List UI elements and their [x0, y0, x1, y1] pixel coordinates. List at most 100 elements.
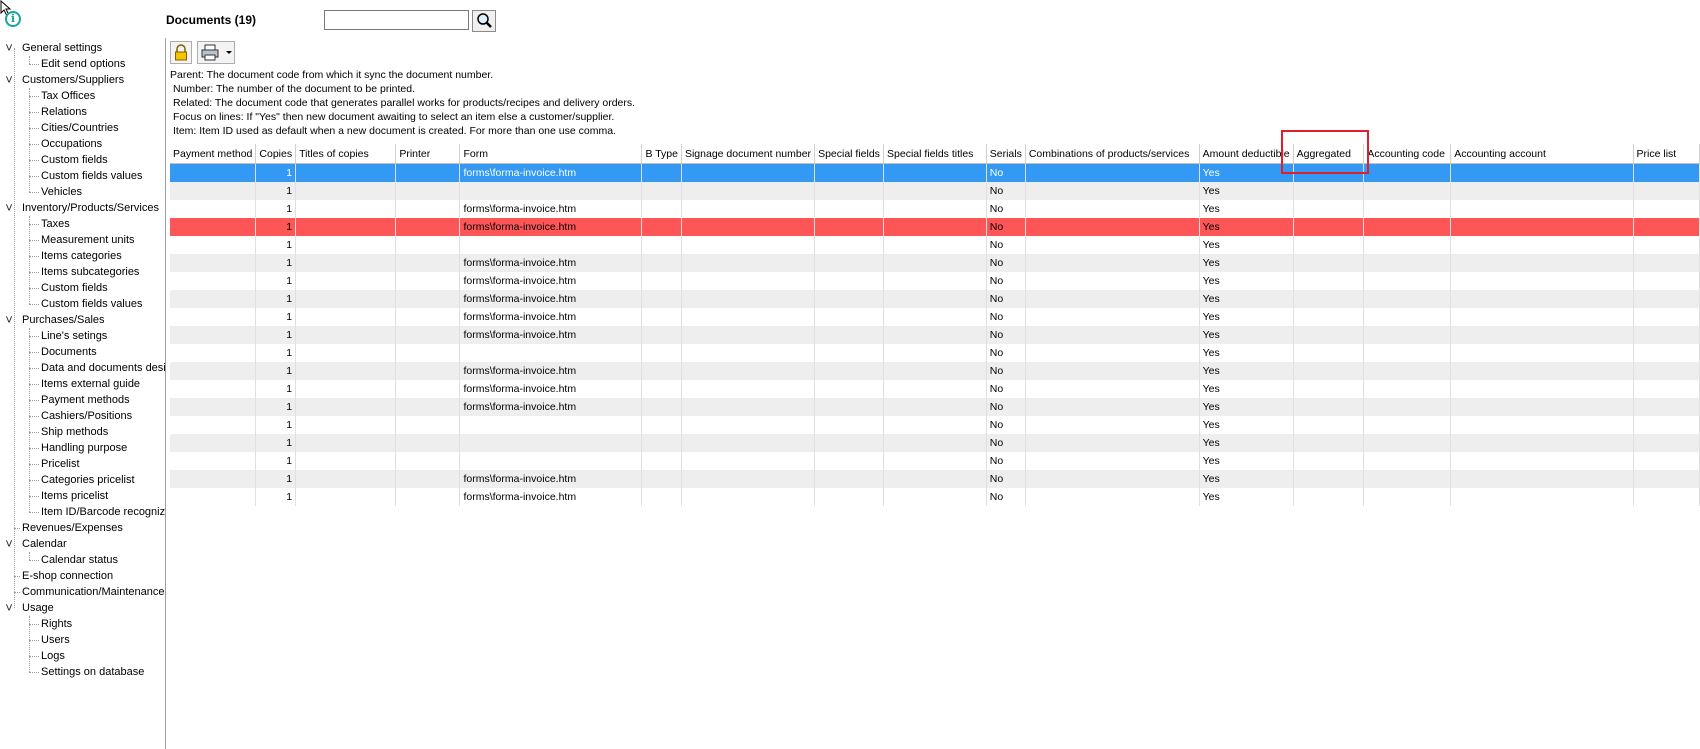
table-cell[interactable]: 1: [255, 182, 297, 200]
table-cell[interactable]: [641, 308, 682, 326]
table-cell[interactable]: [681, 326, 816, 344]
table-cell[interactable]: [1450, 200, 1634, 218]
print-button[interactable]: [197, 41, 235, 64]
table-cell[interactable]: [1363, 344, 1452, 362]
table-cell[interactable]: [1450, 236, 1634, 254]
table-cell[interactable]: 1: [255, 218, 297, 236]
table-cell[interactable]: No: [986, 398, 1026, 416]
table-cell[interactable]: [170, 488, 257, 506]
table-cell[interactable]: [1293, 416, 1365, 434]
table-cell[interactable]: [295, 362, 397, 380]
table-cell[interactable]: [459, 416, 643, 434]
table-cell[interactable]: forms\forma-invoice.htm: [459, 272, 643, 290]
table-cell[interactable]: [295, 218, 397, 236]
table-cell[interactable]: [1633, 326, 1700, 344]
table-cell[interactable]: [1450, 416, 1634, 434]
table-cell[interactable]: [681, 218, 816, 236]
table-cell[interactable]: [395, 344, 461, 362]
table-cell[interactable]: [170, 182, 257, 200]
table-cell[interactable]: [681, 344, 816, 362]
table-cell[interactable]: [295, 470, 397, 488]
table-cell[interactable]: [814, 218, 885, 236]
chevron-down-icon[interactable]: ˅: [4, 536, 14, 552]
column-header-amount-deductible[interactable]: Amount deductible: [1199, 144, 1294, 164]
table-cell[interactable]: 1: [255, 452, 297, 470]
table-cell[interactable]: [395, 272, 461, 290]
table-cell[interactable]: [814, 200, 885, 218]
sidebar-item-items-subcategories[interactable]: Items subcategories: [0, 264, 165, 280]
table-row[interactable]: 1 forms\forma-invoice.htm No Yes: [170, 470, 1700, 488]
table-cell[interactable]: [1293, 326, 1365, 344]
table-cell[interactable]: [1633, 362, 1700, 380]
table-cell[interactable]: Yes: [1199, 488, 1294, 506]
table-cell[interactable]: [395, 182, 461, 200]
column-header-combinations-of-products-services[interactable]: Combinations of products/services: [1025, 144, 1200, 164]
table-cell[interactable]: [1025, 434, 1200, 452]
table-cell[interactable]: [395, 398, 461, 416]
table-cell[interactable]: [1025, 398, 1200, 416]
table-cell[interactable]: [641, 218, 682, 236]
table-cell[interactable]: [1293, 182, 1365, 200]
table-cell[interactable]: [459, 182, 643, 200]
table-cell[interactable]: forms\forma-invoice.htm: [459, 254, 643, 272]
table-cell[interactable]: No: [986, 308, 1026, 326]
table-cell[interactable]: [1363, 416, 1452, 434]
table-cell[interactable]: [641, 488, 682, 506]
table-cell[interactable]: [681, 236, 816, 254]
chevron-down-icon[interactable]: ˅: [4, 200, 14, 216]
table-cell[interactable]: forms\forma-invoice.htm: [459, 470, 643, 488]
table-cell[interactable]: [1293, 362, 1365, 380]
sidebar-item-logs[interactable]: Logs: [0, 648, 165, 664]
table-cell[interactable]: [395, 290, 461, 308]
table-cell[interactable]: [1633, 380, 1700, 398]
sidebar-item-communication-maintenance[interactable]: Communication/Maintenance: [0, 584, 165, 600]
table-cell[interactable]: Yes: [1199, 272, 1294, 290]
table-cell[interactable]: [1450, 452, 1634, 470]
table-cell[interactable]: [1363, 182, 1452, 200]
table-cell[interactable]: [814, 452, 885, 470]
table-cell[interactable]: [681, 362, 816, 380]
table-cell[interactable]: [883, 344, 987, 362]
table-cell[interactable]: Yes: [1199, 308, 1294, 326]
table-cell[interactable]: [1025, 254, 1200, 272]
table-cell[interactable]: [1363, 308, 1452, 326]
table-cell[interactable]: [1025, 344, 1200, 362]
sidebar-item-items-external-guide[interactable]: Items external guide: [0, 376, 165, 392]
table-cell[interactable]: [170, 452, 257, 470]
table-cell[interactable]: 1: [255, 200, 297, 218]
table-cell[interactable]: No: [986, 290, 1026, 308]
table-cell[interactable]: [1450, 290, 1634, 308]
dropdown-arrow-icon[interactable]: [224, 42, 234, 63]
table-cell[interactable]: Yes: [1199, 380, 1294, 398]
table-cell[interactable]: [1025, 380, 1200, 398]
table-cell[interactable]: [1293, 200, 1365, 218]
sidebar-item-items-categories[interactable]: Items categories: [0, 248, 165, 264]
table-cell[interactable]: [1450, 182, 1634, 200]
table-cell[interactable]: [395, 308, 461, 326]
table-cell[interactable]: [681, 272, 816, 290]
column-header-copies[interactable]: Copies: [255, 144, 297, 164]
search-button[interactable]: [472, 10, 496, 32]
table-cell[interactable]: [1025, 326, 1200, 344]
table-cell[interactable]: [681, 470, 816, 488]
table-cell[interactable]: [641, 416, 682, 434]
table-cell[interactable]: [1025, 308, 1200, 326]
table-cell[interactable]: [1633, 182, 1700, 200]
table-cell[interactable]: No: [986, 362, 1026, 380]
table-cell[interactable]: [814, 163, 885, 182]
table-row[interactable]: 1 No Yes: [170, 452, 1700, 470]
table-cell[interactable]: [1633, 416, 1700, 434]
table-cell[interactable]: [1633, 308, 1700, 326]
table-cell[interactable]: [883, 326, 987, 344]
table-cell[interactable]: No: [986, 218, 1026, 236]
table-cell[interactable]: No: [986, 200, 1026, 218]
table-cell[interactable]: [1450, 272, 1634, 290]
table-cell[interactable]: [814, 308, 885, 326]
table-row[interactable]: 1 forms\forma-invoice.htm No Yes: [170, 272, 1700, 290]
table-cell[interactable]: [170, 163, 257, 182]
table-cell[interactable]: 1: [255, 434, 297, 452]
table-cell[interactable]: [814, 344, 885, 362]
table-cell[interactable]: 1: [255, 362, 297, 380]
table-cell[interactable]: [1025, 182, 1200, 200]
table-cell[interactable]: Yes: [1199, 200, 1294, 218]
